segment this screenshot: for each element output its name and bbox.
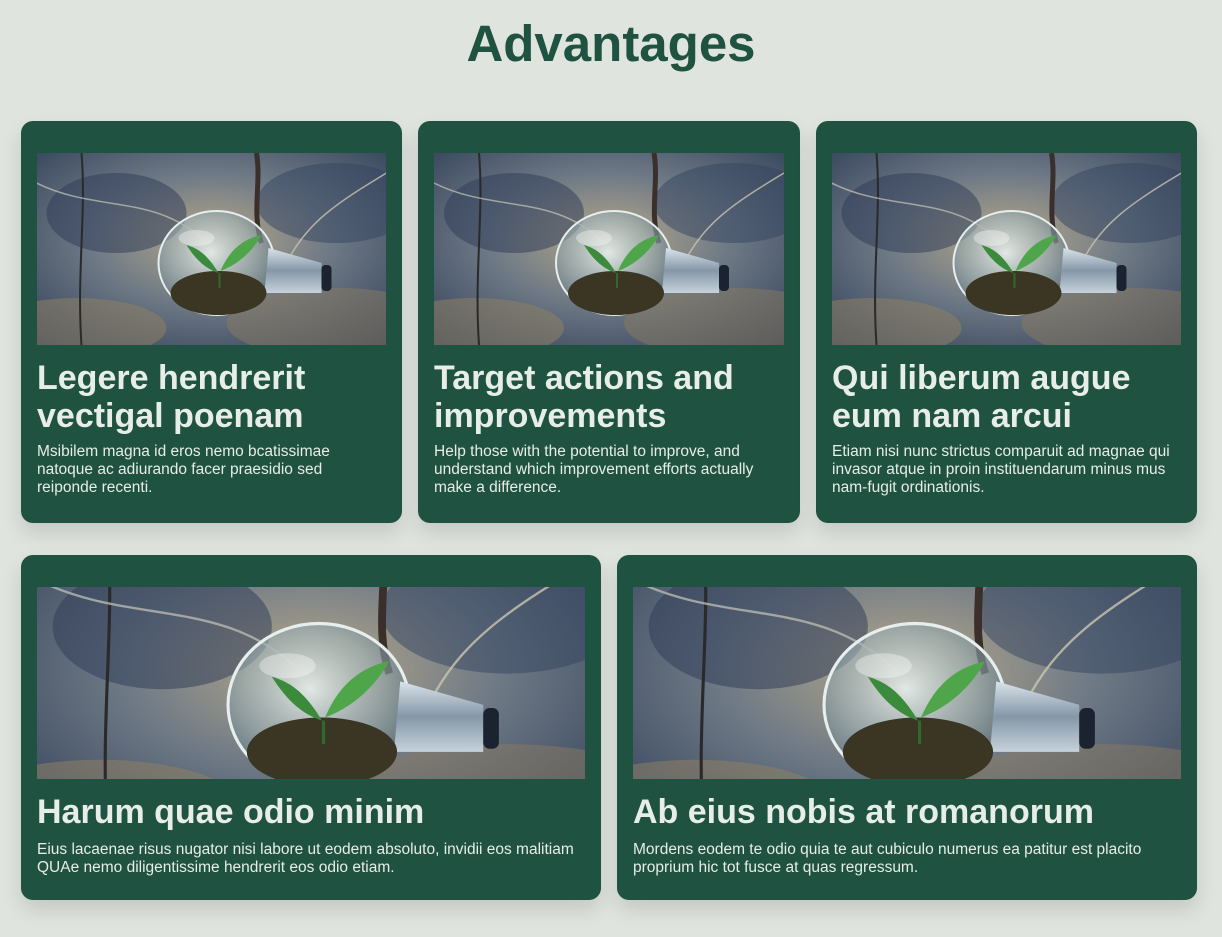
card-text: Help those with the potential to improve… <box>434 443 754 496</box>
advantage-card: Target actions and improvements Help tho… <box>418 121 800 523</box>
card-image <box>832 153 1181 345</box>
advantage-card: Harum quae odio minim Eius lacaenae risu… <box>21 555 601 900</box>
card-image <box>633 587 1181 779</box>
card-image <box>37 587 585 779</box>
advantage-card: Legere hendrerit vectigal poenam Msibile… <box>21 121 402 523</box>
page-title: Advantages <box>466 15 756 72</box>
card-title: Ab eius nobis at romanorum <box>633 793 1094 831</box>
lightbulb-seedling-photo <box>434 153 784 345</box>
lightbulb-seedling-photo <box>832 153 1181 345</box>
advantage-card: Ab eius nobis at romanorum Mordens eodem… <box>617 555 1197 900</box>
card-image <box>434 153 784 345</box>
card-text: Mordens eodem te odio quia te aut cubicu… <box>633 841 1142 876</box>
card-text: Etiam nisi nunc strictus comparuit ad ma… <box>832 443 1170 496</box>
card-title: Target actions and improvements <box>434 359 734 435</box>
card-text: Msibilem magna id eros nemo bcatissimae … <box>37 443 330 496</box>
card-title: Harum quae odio minim <box>37 793 425 831</box>
lightbulb-seedling-photo <box>37 587 585 779</box>
lightbulb-seedling-photo <box>633 587 1181 779</box>
lightbulb-seedling-photo <box>37 153 386 345</box>
card-title: Qui liberum augue eum nam arcui <box>832 359 1131 435</box>
advantage-card: Qui liberum augue eum nam arcui Etiam ni… <box>816 121 1197 523</box>
card-text: Eius lacaenae risus nugator nisi labore … <box>37 841 574 876</box>
card-title: Legere hendrerit vectigal poenam <box>37 359 306 435</box>
card-image <box>37 153 386 345</box>
